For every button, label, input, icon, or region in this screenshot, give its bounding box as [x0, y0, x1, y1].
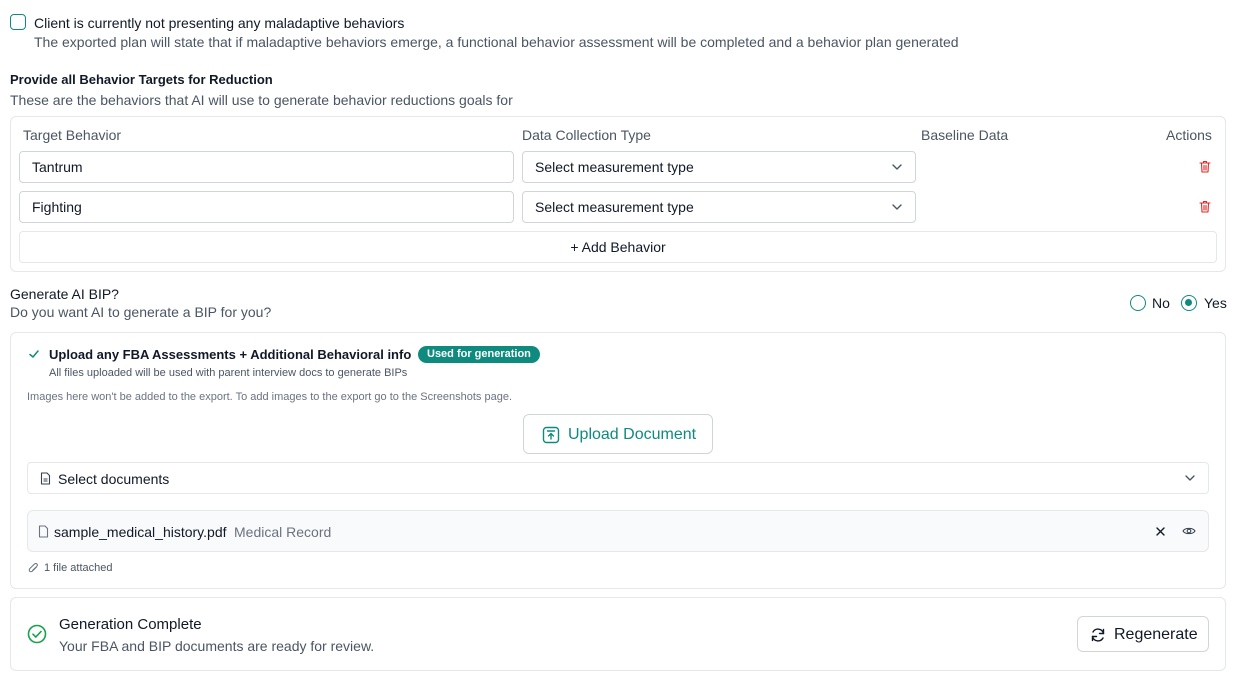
check-circle-icon — [27, 624, 47, 644]
targets-title: Provide all Behavior Targets for Reducti… — [10, 72, 273, 87]
close-icon[interactable] — [1156, 527, 1165, 536]
select-documents-dropdown[interactable]: Select documents — [27, 462, 1209, 494]
measurement-type-value: Select measurement type — [535, 159, 694, 175]
radio-no[interactable] — [1130, 295, 1146, 311]
chevron-down-icon — [1185, 475, 1195, 481]
generation-status-title: Generation Complete — [59, 616, 202, 633]
measurement-type-value: Select measurement type — [535, 199, 694, 215]
generation-status-card — [10, 597, 1226, 671]
generate-bip-question: Do you want AI to generate a BIP for you… — [10, 304, 272, 320]
refresh-icon — [1091, 628, 1105, 642]
regenerate-label: Regenerate — [1114, 626, 1198, 643]
attached-count: 1 file attached — [44, 562, 113, 574]
behavior-input[interactable]: Fighting — [19, 191, 514, 223]
chevron-down-icon — [892, 164, 902, 170]
trash-icon[interactable] — [1199, 160, 1211, 173]
radio-yes[interactable] — [1181, 295, 1197, 311]
add-behavior-button[interactable]: + Add Behavior — [19, 231, 1217, 263]
paperclip-icon — [28, 562, 38, 573]
file-name[interactable]: sample_medical_history.pdf — [54, 524, 227, 540]
regenerate-button[interactable]: Regenerate — [1077, 616, 1209, 652]
trash-icon[interactable] — [1199, 200, 1211, 213]
column-header-target: Target Behavior — [23, 127, 122, 143]
upload-description: All files uploaded will be used with par… — [49, 367, 408, 379]
measurement-type-select[interactable]: Select measurement type — [522, 151, 916, 183]
select-documents-label: Select documents — [58, 471, 170, 487]
column-header-data-type: Data Collection Type — [522, 127, 651, 143]
upload-icon — [542, 426, 560, 444]
chevron-down-icon — [892, 204, 902, 210]
upload-note: Images here won't be added to the export… — [27, 391, 512, 403]
check-icon — [29, 350, 39, 358]
upload-document-button[interactable]: Upload Document — [523, 414, 713, 454]
eye-icon[interactable] — [1182, 525, 1196, 537]
upload-document-label: Upload Document — [568, 426, 697, 443]
no-behaviors-label: Client is currently not presenting any m… — [34, 15, 405, 31]
file-icon — [38, 525, 49, 538]
no-behaviors-description: The exported plan will state that if mal… — [34, 34, 959, 50]
column-header-actions: Actions — [1166, 127, 1212, 143]
status-badge: Used for generation — [418, 346, 540, 363]
column-header-baseline: Baseline Data — [921, 127, 1009, 143]
upload-title: Upload any FBA Assessments + Additional … — [49, 347, 412, 362]
document-icon — [40, 472, 51, 485]
generation-status-description: Your FBA and BIP documents are ready for… — [59, 638, 375, 654]
radio-yes-label[interactable]: Yes — [1204, 295, 1227, 311]
no-behaviors-checkbox[interactable] — [10, 14, 26, 30]
targets-description: These are the behaviors that AI will use… — [10, 92, 513, 108]
file-item: sample_medical_history.pdf Medical Recor… — [27, 510, 1209, 552]
radio-no-label[interactable]: No — [1152, 295, 1170, 311]
generate-bip-title: Generate AI BIP? — [10, 286, 119, 302]
behavior-input[interactable]: Tantrum — [19, 151, 514, 183]
file-type: Medical Record — [234, 524, 332, 540]
radio-selected-dot — [1185, 299, 1192, 306]
measurement-type-select[interactable]: Select measurement type — [522, 191, 916, 223]
